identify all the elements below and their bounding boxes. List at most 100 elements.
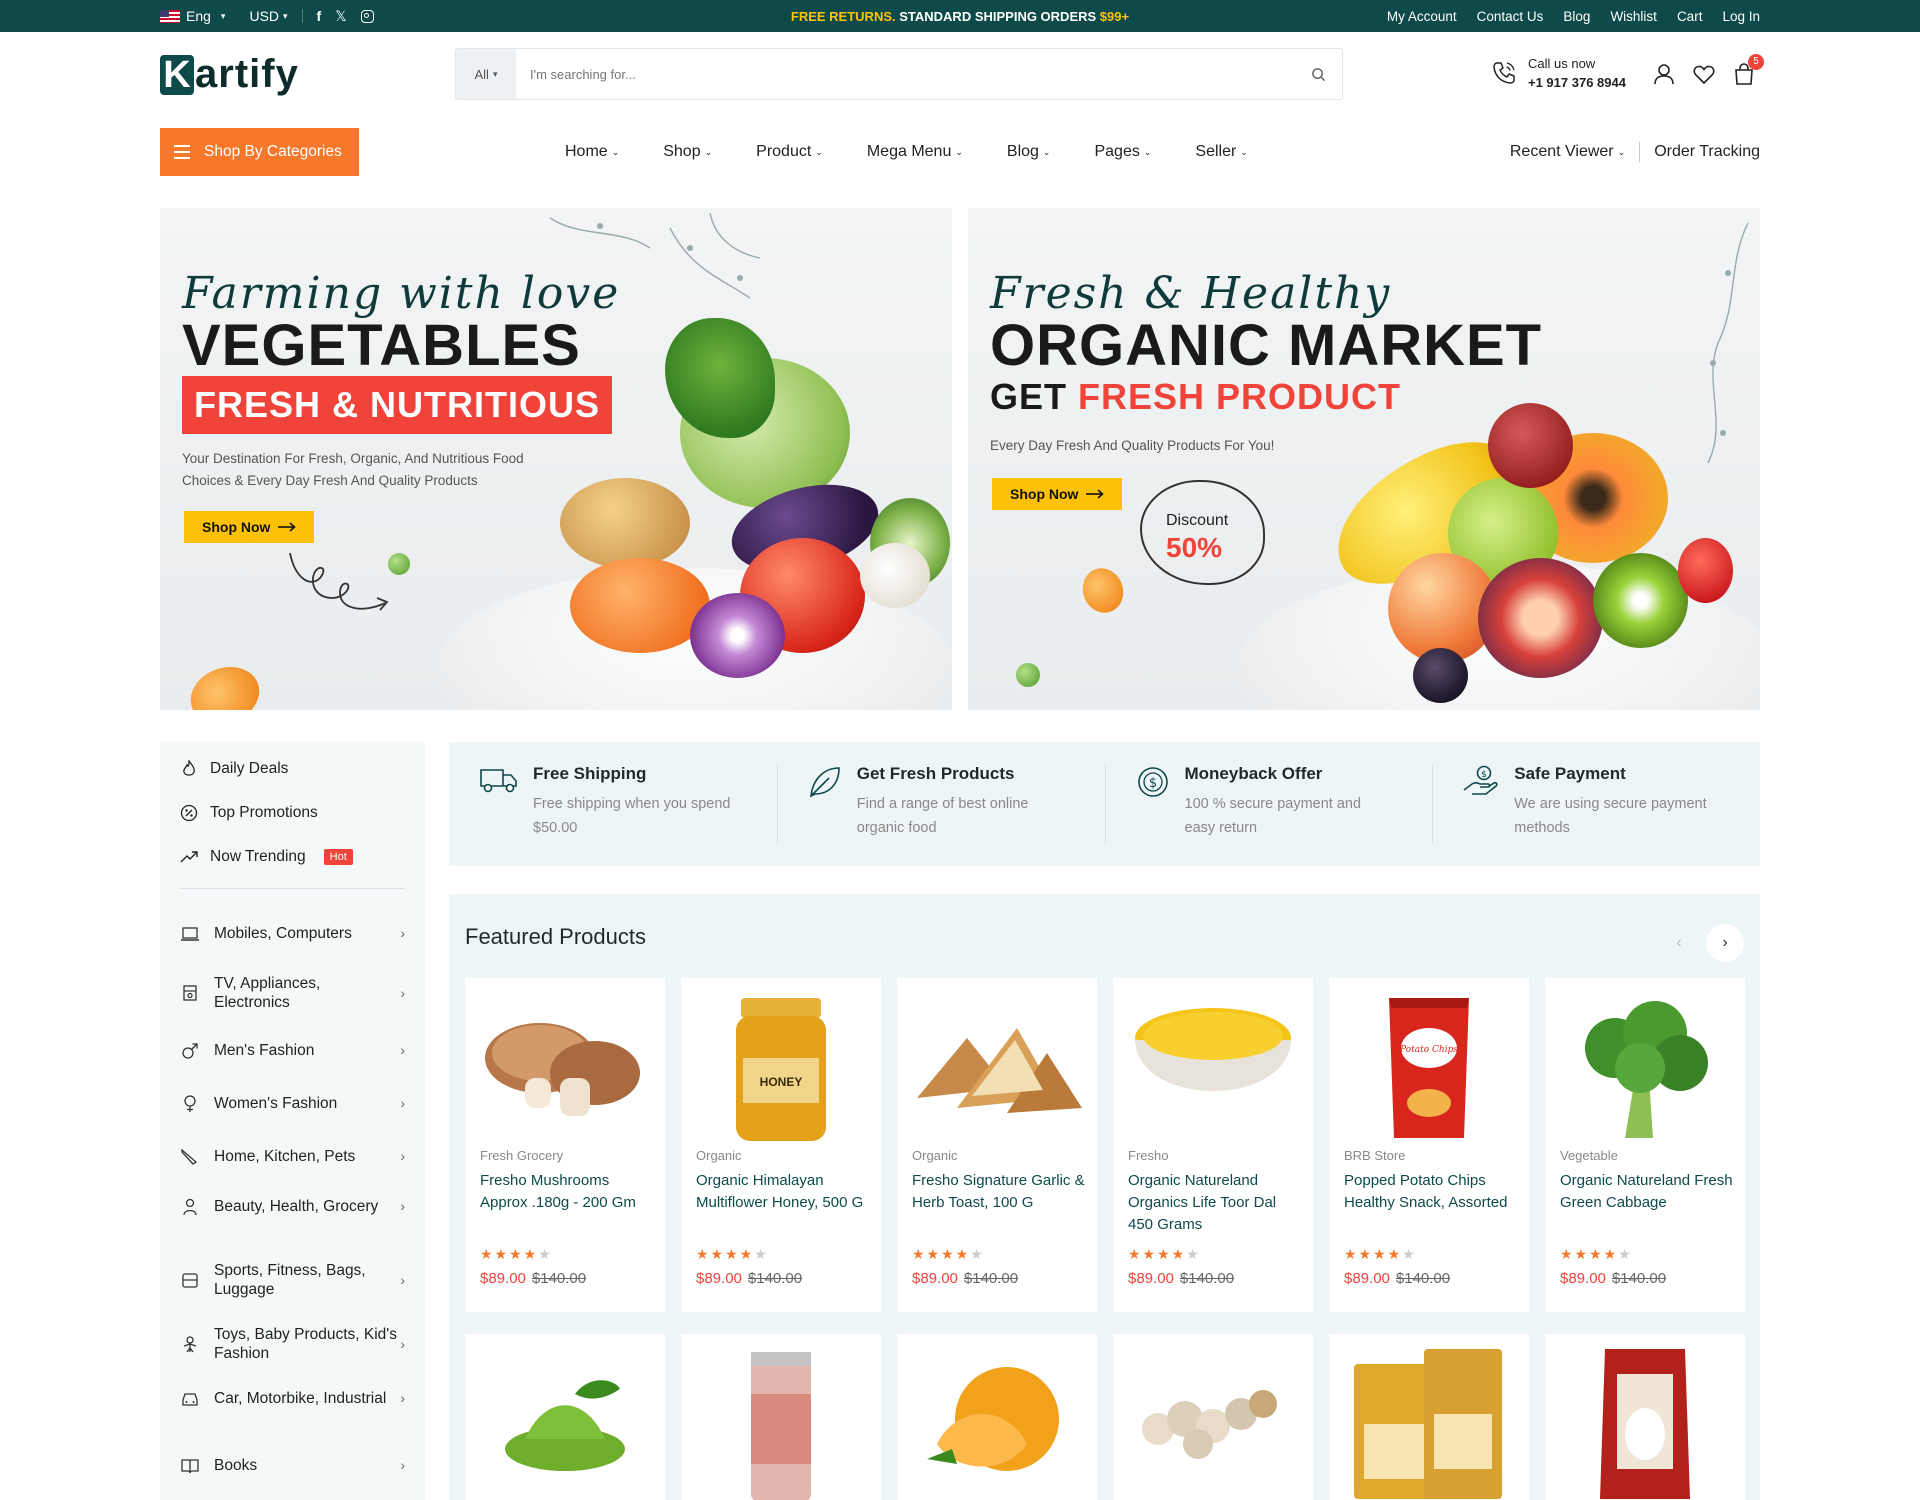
original-price: $140.00	[531, 1270, 587, 1287]
instagram-icon[interactable]	[360, 9, 374, 23]
herb-sketch-decoration	[1707, 222, 1749, 464]
sidebar-item-top-promotions[interactable]: Top Promotions	[180, 804, 318, 822]
product-card[interactable]	[465, 1334, 665, 1500]
product-card[interactable]	[897, 1334, 1097, 1500]
top-bar: Eng ▾ USD ▾ f 𝕏 FREE RETURNS. STANDARD SHI…	[0, 0, 1920, 32]
star-empty-icon: ★	[1186, 1246, 1201, 1262]
sidebar-category-mobiles-computers[interactable]: Mobiles, Computers ›	[180, 924, 405, 943]
trending-up-icon	[180, 851, 198, 863]
login-link[interactable]: Log In	[1722, 9, 1760, 24]
dry-fruit-pack-image	[1354, 1349, 1502, 1499]
product-card[interactable]: Fresho Organic Natureland Organics Life …	[1113, 978, 1313, 1312]
star-empty-icon: ★	[538, 1246, 553, 1262]
main-nav: Home ⌄ Shop ⌄ Product ⌄ Mega Menu ⌄ Blog ⌄ Pa…	[565, 128, 1248, 176]
nav-product[interactable]: Product ⌄	[756, 143, 823, 161]
nav-home[interactable]: Home ⌄	[565, 143, 619, 161]
contact-us-link[interactable]: Contact Us	[1477, 9, 1544, 24]
search-button[interactable]	[1294, 50, 1342, 98]
feature-description: Free shipping when you spend $50.00	[533, 796, 731, 836]
feature-title: Safe Payment	[1514, 764, 1626, 783]
sidebar-category-mens-fashion[interactable]: Men's Fashion ›	[180, 1041, 405, 1060]
product-name[interactable]: Organic Himalayan Multiflower Honey, 500…	[696, 1170, 871, 1214]
search-input[interactable]	[516, 50, 1294, 98]
wishlist-button[interactable]	[1692, 62, 1716, 86]
nav-shop[interactable]: Shop ⌄	[663, 143, 712, 161]
sidebar-category-beauty-health[interactable]: Beauty, Health, Grocery ›	[180, 1197, 405, 1216]
nav-blog[interactable]: Blog ⌄	[1007, 143, 1051, 161]
blog-link[interactable]: Blog	[1563, 9, 1590, 24]
banner-subheading: GET FRESH PRODUCT	[990, 376, 1401, 418]
language-label: Eng	[186, 8, 211, 24]
sidebar-category-car-motorbike[interactable]: Car, Motorbike, Industrial ›	[180, 1389, 405, 1408]
call-us[interactable]: Call us now +1 917 376 8944	[1490, 54, 1626, 92]
sidebar-item-now-trending[interactable]: Now Trending Hot	[180, 848, 353, 866]
nav-seller[interactable]: Seller ⌄	[1195, 143, 1247, 161]
product-rating: ★★★★★	[480, 1246, 553, 1263]
sidebar-category-books[interactable]: Books ›	[180, 1456, 405, 1475]
product-card[interactable]	[681, 1334, 881, 1500]
product-card[interactable]: Potato Chips BRB Store Popped Potato Chi…	[1329, 978, 1529, 1312]
nav-label: Blog	[1006, 143, 1039, 160]
shop-now-button[interactable]: Shop Now	[992, 478, 1123, 510]
shop-now-button[interactable]: Shop Now	[184, 511, 315, 543]
carousel-next-button[interactable]: ›	[1706, 924, 1744, 962]
cart-link[interactable]: Cart	[1677, 9, 1703, 24]
sidebar-item-daily-deals[interactable]: Daily Deals	[180, 760, 288, 778]
sale-price: $89.00	[480, 1270, 526, 1287]
search-bar: All ▾	[455, 48, 1343, 100]
melon-image	[927, 1367, 1059, 1471]
feature-title: Moneyback Offer	[1184, 764, 1323, 783]
nav-mega-menu[interactable]: Mega Menu ⌄	[867, 143, 963, 161]
x-twitter-icon[interactable]: 𝕏	[335, 8, 346, 25]
sidebar-item-label: Daily Deals	[210, 760, 289, 777]
wishlist-link[interactable]: Wishlist	[1610, 9, 1657, 24]
product-card[interactable]	[1329, 1334, 1529, 1500]
product-card[interactable]: Organic Fresho Signature Garlic & Herb T…	[897, 978, 1097, 1312]
chevron-down-icon: ⌄	[1617, 146, 1626, 157]
product-card[interactable]	[1113, 1334, 1313, 1500]
product-name[interactable]: Popped Potato Chips Healthy Snack, Assor…	[1344, 1170, 1519, 1214]
recent-viewer-menu[interactable]: Recent Viewer ⌄	[1510, 143, 1625, 161]
product-price: $89.00 $140.00	[912, 1270, 1018, 1287]
product-name[interactable]: Fresho Signature Garlic & Herb Toast, 10…	[912, 1170, 1087, 1214]
search-category-select[interactable]: All ▾	[456, 49, 516, 99]
sidebar-category-toys-baby[interactable]: Toys, Baby Products, Kid's Fashion ›	[180, 1325, 405, 1363]
sidebar-category-womens-fashion[interactable]: Women's Fashion ›	[180, 1094, 405, 1113]
banner-description-line: Choices & Every Day Fresh And Quality Pr…	[182, 473, 478, 488]
nav-pages[interactable]: Pages ⌄	[1094, 143, 1151, 161]
cart-button[interactable]: 5	[1732, 54, 1764, 86]
original-price: $140.00	[1395, 1270, 1451, 1287]
sidebar-category-sports-fitness[interactable]: Sports, Fitness, Bags, Luggage ›	[180, 1261, 405, 1299]
banner-description: Every Day Fresh And Quality Products For…	[990, 438, 1275, 453]
logo[interactable]: K artify	[160, 52, 299, 97]
sidebar-category-label: TV, Appliances, Electronics	[214, 975, 321, 1011]
carousel-prev-button[interactable]: ‹	[1660, 924, 1698, 962]
product-card[interactable]: Fresh Grocery Fresho Mushrooms Approx .1…	[465, 978, 665, 1312]
rice-bag-image	[1600, 1349, 1690, 1499]
chevron-down-icon: ⌄	[611, 146, 620, 157]
sidebar-category-home-kitchen[interactable]: Home, Kitchen, Pets ›	[180, 1147, 405, 1166]
product-name[interactable]: Organic Natureland Organics Life Toor Da…	[1128, 1170, 1303, 1236]
account-button[interactable]	[1652, 62, 1676, 86]
order-tracking-link[interactable]: Order Tracking	[1654, 143, 1760, 161]
product-category: Organic	[696, 1148, 742, 1163]
shop-by-categories-button[interactable]: Shop By Categories	[160, 128, 359, 176]
product-name[interactable]: Fresho Mushrooms Approx .180g - 200 Gm	[480, 1170, 655, 1214]
sidebar-category-tv-appliances[interactable]: TV, Appliances, Electronics ›	[180, 974, 405, 1012]
hero-banner-vegetables[interactable]: Farming with love VEGETABLES FRESH & NUT…	[160, 208, 952, 710]
product-name[interactable]: Organic Natureland Fresh Green Cabbage	[1560, 1170, 1735, 1214]
product-card[interactable]	[1545, 1334, 1745, 1500]
currency-selector[interactable]: USD ▾	[249, 8, 287, 24]
sidebar-item-label: Now Trending	[210, 848, 306, 865]
hero-banner-organic-market[interactable]: Fresh & Healthy ORGANIC MARKET GET FRESH…	[968, 208, 1760, 710]
facebook-icon[interactable]: f	[317, 8, 322, 24]
my-account-link[interactable]: My Account	[1387, 9, 1457, 24]
product-card[interactable]: HONEY Organic Organic Himalayan Multiflo…	[681, 978, 881, 1312]
chevron-right-icon: ›	[400, 1457, 405, 1473]
product-card[interactable]: Vegetable Organic Natureland Fresh Green…	[1545, 978, 1745, 1312]
curly-arrow-decoration	[289, 552, 389, 611]
arrow-right-icon	[278, 522, 297, 532]
language-selector[interactable]: Eng ▾	[160, 8, 225, 24]
sidebar-divider	[180, 888, 405, 889]
chevron-down-icon: ⌄	[1143, 146, 1152, 157]
